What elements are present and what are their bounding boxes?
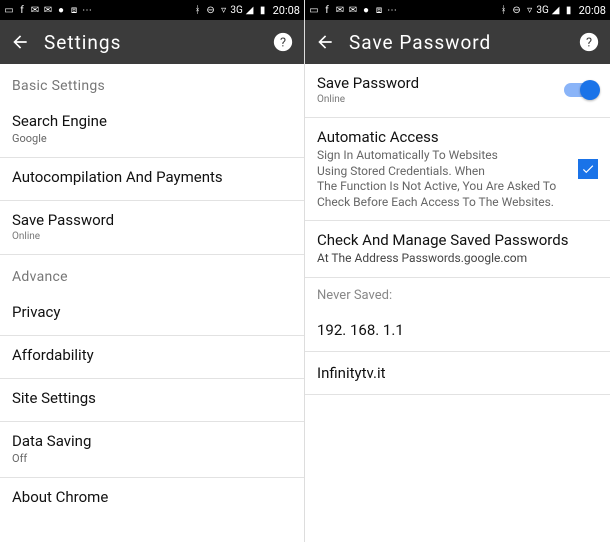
facebook-icon: f	[322, 5, 332, 15]
automatic-access-desc2: Using Stored Credentials. When	[317, 164, 570, 180]
settings-list[interactable]: Basic Settings Search Engine Google Auto…	[0, 64, 304, 542]
mail-icon: ✉	[43, 5, 53, 15]
battery-icon: ▮	[258, 5, 268, 15]
toggle-sub: Online	[317, 94, 556, 105]
save-password-row[interactable]: Save Password Online	[0, 201, 304, 255]
save-password-value: Online	[12, 231, 292, 242]
status-right-icons: ᚼ ⊖ ▿ 3G ◢ ▮ 20:08	[499, 4, 606, 17]
manage-passwords-sub: At The Address Passwords.google.com	[317, 251, 598, 265]
svg-text:?: ?	[280, 36, 286, 51]
signal-icon: ◢	[245, 5, 255, 15]
data-saving-value: Off	[12, 452, 292, 465]
more-icon: ⋯	[387, 5, 397, 15]
privacy-label: Privacy	[12, 303, 292, 321]
network-label: 3G	[232, 5, 242, 15]
chat-icon: ✉	[335, 5, 345, 15]
affordability-row[interactable]: Affordability	[0, 336, 304, 379]
sms-icon: ▭	[309, 5, 319, 15]
automatic-access-checkbox[interactable]	[578, 159, 598, 179]
save-password-pane: ▭ f ✉ ✉ ● ⧈ ⋯ ᚼ ⊖ ▿ 3G ◢ ▮ 20:08 Save Pa…	[305, 0, 610, 542]
search-engine-label: Search Engine	[12, 112, 292, 130]
page-title: Save Password	[349, 31, 564, 54]
never-saved-entry[interactable]: Infinitytv.it	[305, 352, 610, 395]
site-settings-row[interactable]: Site Settings	[0, 379, 304, 422]
automatic-access-heading: Automatic Access	[317, 128, 570, 146]
back-icon[interactable]	[10, 32, 30, 52]
data-saving-row[interactable]: Data Saving Off	[0, 422, 304, 478]
automatic-access-desc1: Sign In Automatically To Websites	[317, 148, 570, 164]
app-bar: Settings ?	[0, 20, 304, 64]
back-icon[interactable]	[315, 32, 335, 52]
app-bar: Save Password ?	[305, 20, 610, 64]
data-saving-label: Data Saving	[12, 432, 292, 450]
privacy-row[interactable]: Privacy	[0, 293, 304, 336]
search-engine-value: Google	[12, 132, 292, 145]
dropbox-icon: ⧈	[69, 5, 79, 15]
status-bar: ▭ f ✉ ✉ ● ⧈ ⋯ ᚼ ⊖ ▿ 3G ◢ ▮ 20:08	[305, 0, 610, 20]
dot-icon: ●	[361, 5, 371, 15]
toggle-label: Save Password	[317, 74, 556, 92]
about-chrome-label: About Chrome	[12, 488, 292, 506]
status-left-icons: ▭ f ✉ ✉ ● ⧈ ⋯	[309, 5, 397, 15]
page-title: Settings	[44, 31, 258, 54]
manage-passwords-row[interactable]: Check And Manage Saved Passwords At The …	[305, 221, 610, 278]
dot-icon: ●	[56, 5, 66, 15]
facebook-icon: f	[17, 5, 27, 15]
about-chrome-row[interactable]: About Chrome	[0, 478, 304, 520]
signal-icon: ◢	[551, 5, 561, 15]
dropbox-icon: ⧈	[374, 5, 384, 15]
save-password-label: Save Password	[12, 211, 292, 229]
status-right-icons: ᚼ ⊖ ▿ 3G ◢ ▮ 20:08	[193, 4, 300, 17]
status-left-icons: ▭ f ✉ ✉ ● ⧈ ⋯	[4, 5, 92, 15]
search-engine-row[interactable]: Search Engine Google	[0, 102, 304, 158]
affordability-label: Affordability	[12, 346, 292, 364]
clock: 20:08	[579, 4, 606, 17]
chat-icon: ✉	[30, 5, 40, 15]
bluetooth-icon: ᚼ	[193, 5, 203, 15]
dnd-icon: ⊖	[206, 5, 216, 15]
clock: 20:08	[273, 4, 300, 17]
manage-passwords-heading: Check And Manage Saved Passwords	[317, 231, 598, 249]
autocompilation-row[interactable]: Autocompilation And Payments	[0, 158, 304, 201]
save-password-toggle-row[interactable]: Save Password Online	[305, 64, 610, 118]
autocompilation-label: Autocompilation And Payments	[12, 168, 292, 186]
basic-settings-header: Basic Settings	[0, 64, 304, 102]
help-icon[interactable]: ?	[578, 31, 600, 53]
check-icon	[581, 162, 595, 176]
automatic-access-desc3: The Function Is Not Active, You Are Aske…	[317, 179, 570, 210]
more-icon: ⋯	[82, 5, 92, 15]
settings-pane: ▭ f ✉ ✉ ● ⧈ ⋯ ᚼ ⊖ ▿ 3G ◢ ▮ 20:08 Setting…	[0, 0, 305, 542]
dnd-icon: ⊖	[512, 5, 522, 15]
save-password-switch[interactable]	[564, 83, 598, 97]
never-saved-entry[interactable]: 192. 168. 1.1	[305, 309, 610, 352]
help-icon[interactable]: ?	[272, 31, 294, 53]
mail-icon: ✉	[348, 5, 358, 15]
never-saved-header: Never Saved:	[305, 278, 610, 309]
svg-text:?: ?	[586, 36, 592, 51]
sms-icon: ▭	[4, 5, 14, 15]
bluetooth-icon: ᚼ	[499, 5, 509, 15]
automatic-access-row[interactable]: Automatic Access Sign In Automatically T…	[305, 118, 610, 221]
site-settings-label: Site Settings	[12, 389, 292, 407]
network-label: 3G	[538, 5, 548, 15]
save-password-content[interactable]: Save Password Online Automatic Access Si…	[305, 64, 610, 542]
battery-icon: ▮	[564, 5, 574, 15]
advance-header: Advance	[0, 255, 304, 293]
status-bar: ▭ f ✉ ✉ ● ⧈ ⋯ ᚼ ⊖ ▿ 3G ◢ ▮ 20:08	[0, 0, 304, 20]
location-icon: ▿	[219, 5, 229, 15]
location-icon: ▿	[525, 5, 535, 15]
